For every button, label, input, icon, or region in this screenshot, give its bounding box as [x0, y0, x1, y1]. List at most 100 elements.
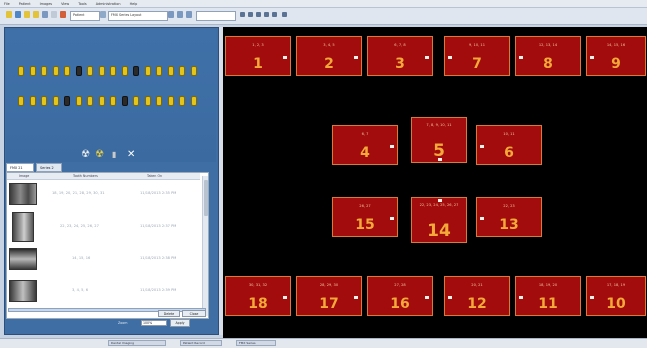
- filter-combo[interactable]: [196, 11, 236, 21]
- close-icon[interactable]: ✕: [127, 150, 135, 160]
- tooth-icon[interactable]: [110, 66, 116, 76]
- tooth-icon[interactable]: [18, 66, 24, 76]
- image-slot-14[interactable]: 22, 23, 24, 25, 26, 27 14: [411, 197, 467, 243]
- tooth-icon[interactable]: [87, 66, 93, 76]
- save-icon[interactable]: [15, 11, 21, 18]
- taskbar-item[interactable]: FMX Series: [236, 340, 276, 346]
- pointer-icon[interactable]: ▮: [112, 150, 116, 160]
- tab-fmx[interactable]: FMX 21: [6, 163, 34, 172]
- column-taken-on[interactable]: Taken On: [147, 173, 162, 180]
- menu-file[interactable]: File: [4, 2, 10, 6]
- tooth-icon[interactable]: [98, 96, 105, 106]
- layout-icon[interactable]: [100, 11, 106, 18]
- taskbar-item[interactable]: Patient Record: [180, 340, 222, 346]
- close-button[interactable]: Close: [182, 310, 206, 317]
- apply-button[interactable]: Apply: [170, 319, 190, 327]
- image-slot-8[interactable]: 12, 13, 14 8: [515, 36, 581, 76]
- tab-series[interactable]: Series 2: [36, 163, 62, 172]
- taskbar-item[interactable]: Dental Imaging: [108, 340, 166, 346]
- tooth-icon[interactable]: [18, 96, 24, 106]
- folder-open-icon[interactable]: [33, 11, 39, 18]
- record-icon[interactable]: [60, 11, 66, 18]
- tooth-icon[interactable]: [156, 96, 162, 106]
- menu-bar: File Patient Images View Tools Administr…: [0, 0, 647, 8]
- tooth-icon[interactable]: [29, 66, 36, 76]
- menu-images[interactable]: Images: [40, 2, 52, 6]
- tooth-icon[interactable]: [167, 66, 174, 76]
- image-slot-5[interactable]: 7, 8, 9, 10, 11 5: [411, 117, 467, 163]
- slot-marker: [590, 56, 594, 59]
- image-slot-9[interactable]: 14, 15, 16 9: [586, 36, 646, 76]
- image-slot-10[interactable]: 17, 18, 19 10: [586, 276, 646, 316]
- tooth-icon[interactable]: [179, 66, 185, 76]
- tooth-icon[interactable]: [52, 66, 59, 76]
- zoom-out-icon[interactable]: [264, 12, 269, 17]
- image-slot-13[interactable]: 22, 23 13: [476, 197, 542, 237]
- tooth-icon[interactable]: [121, 96, 128, 106]
- tooth-icon[interactable]: [64, 96, 70, 106]
- tooth-icon[interactable]: [167, 96, 174, 106]
- column-tooth-numbers[interactable]: Tooth Numbers: [73, 173, 98, 180]
- image-slot-7[interactable]: 9, 10, 11 7: [444, 36, 510, 76]
- zoom-in-icon[interactable]: [256, 12, 261, 17]
- folder-icon[interactable]: [6, 11, 12, 18]
- tooth-icon[interactable]: [133, 66, 139, 76]
- menu-view[interactable]: View: [61, 2, 69, 6]
- image-slot-17[interactable]: 28, 29, 30 17: [296, 276, 362, 316]
- image-slot-2[interactable]: 3, 4, 5 2: [296, 36, 362, 76]
- slot-marker: [519, 296, 523, 299]
- image-slot-18[interactable]: 30, 31, 32 18: [225, 276, 291, 316]
- tooth-icon[interactable]: [64, 66, 70, 76]
- refresh-icon[interactable]: [177, 11, 183, 18]
- zoom-field[interactable]: 100%: [141, 320, 167, 326]
- menu-help[interactable]: Help: [130, 2, 138, 6]
- settings-icon[interactable]: [168, 11, 174, 18]
- delete-button[interactable]: Delete: [158, 310, 180, 317]
- print-icon[interactable]: [42, 11, 48, 18]
- tooth-icon[interactable]: [190, 66, 197, 76]
- tooth-icon[interactable]: [133, 96, 139, 106]
- tooth-icon[interactable]: [110, 96, 116, 106]
- tooth-icon[interactable]: [75, 66, 82, 76]
- slot-number: 3: [395, 56, 405, 72]
- image-slot-12[interactable]: 20, 21 12: [444, 276, 510, 316]
- list-scrollbar[interactable]: [202, 176, 208, 316]
- tooth-icon[interactable]: [144, 96, 151, 106]
- tooth-icon[interactable]: [52, 96, 59, 106]
- image-slot-11[interactable]: 18, 19, 20 11: [515, 276, 581, 316]
- tooth-icon[interactable]: [41, 66, 47, 76]
- open-icon[interactable]: [24, 11, 30, 18]
- tooth-icon[interactable]: [190, 96, 197, 106]
- image-slot-16[interactable]: 27, 28 16: [367, 276, 433, 316]
- menu-administration[interactable]: Administration: [96, 2, 121, 6]
- image-slot-6[interactable]: 10, 11 6: [476, 125, 542, 165]
- radiation-icon[interactable]: ☢: [95, 150, 104, 160]
- menu-patient[interactable]: Patient: [19, 2, 31, 6]
- image-slot-15[interactable]: 26, 27 15: [332, 197, 398, 237]
- grid-icon[interactable]: [272, 12, 277, 17]
- tooth-icon[interactable]: [121, 66, 128, 76]
- tooth-icon[interactable]: [41, 96, 47, 106]
- tooth-icon[interactable]: [29, 96, 36, 106]
- tooth-icon[interactable]: [144, 66, 151, 76]
- patient-combo[interactable]: Patient: [70, 11, 100, 21]
- image-slot-3[interactable]: 6, 7, 8 3: [367, 36, 433, 76]
- flip-icon[interactable]: [248, 12, 253, 17]
- rotate-icon[interactable]: [240, 12, 245, 17]
- help-icon[interactable]: [282, 12, 287, 17]
- layout-combo[interactable]: FMX Series Layout: [108, 11, 168, 21]
- tooth-icon[interactable]: [87, 96, 93, 106]
- export-icon[interactable]: [186, 11, 192, 18]
- tooth-icon[interactable]: [75, 96, 82, 106]
- image-slot-4[interactable]: 6, 7 4: [332, 125, 398, 165]
- capture-icon[interactable]: [51, 11, 57, 18]
- tooth-icon[interactable]: [98, 66, 105, 76]
- slot-teeth: 27, 28: [394, 283, 406, 287]
- image-slot-1[interactable]: 1, 2, 3 1: [225, 36, 291, 76]
- menu-tools[interactable]: Tools: [78, 2, 86, 6]
- column-image[interactable]: Image: [19, 173, 29, 180]
- tooth-icon[interactable]: [179, 96, 185, 106]
- tooth-icon[interactable]: [156, 66, 162, 76]
- scrollbar-thumb[interactable]: [204, 180, 208, 216]
- xray-sensor-icon[interactable]: ☢: [81, 150, 90, 160]
